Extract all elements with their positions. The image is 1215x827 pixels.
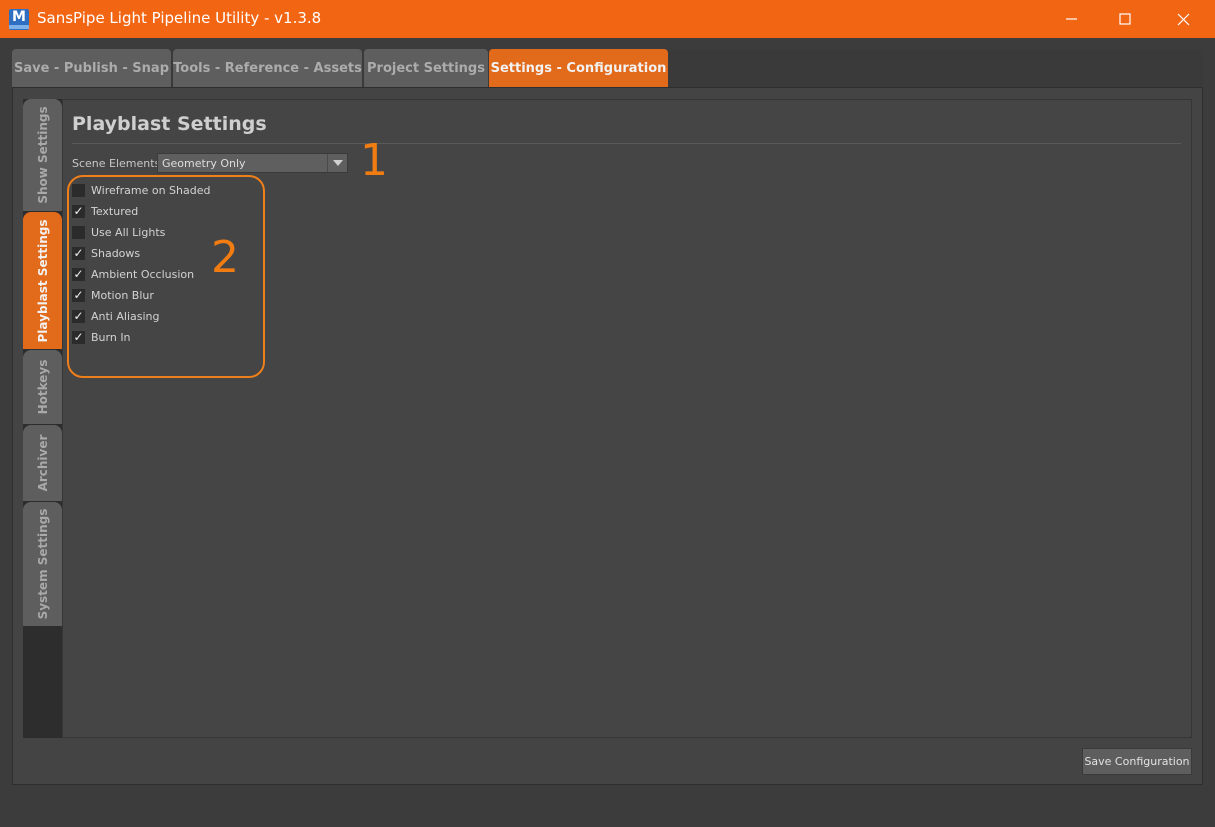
side-tab-system-settings[interactable]: System Settings (23, 502, 62, 626)
section-title: Playblast Settings (72, 113, 267, 135)
side-tab-label: Show Settings (35, 106, 50, 204)
tab-tools-reference-assets[interactable]: Tools - Reference - Assets (173, 49, 362, 87)
section-divider (72, 143, 1181, 144)
tab-project-settings[interactable]: Project Settings (364, 49, 488, 87)
maximize-icon (1119, 13, 1131, 25)
minimize-icon (1066, 18, 1077, 20)
scene-elements-value: Geometry Only (162, 157, 246, 170)
app-logo-letter: M (12, 9, 26, 25)
chevron-down-icon (327, 154, 347, 172)
tab-save-publish-snap[interactable]: Save - Publish - Snap (12, 49, 171, 87)
scene-elements-label: Scene Elements (72, 157, 161, 170)
side-tab-label: System Settings (35, 508, 50, 620)
side-tab-playblast-settings[interactable]: Playblast Settings (23, 212, 62, 349)
side-tab-show-settings[interactable]: Show Settings (23, 99, 62, 211)
minimize-button[interactable] (1048, 0, 1094, 38)
side-tab-label: Archiver (35, 434, 50, 492)
save-configuration-button[interactable]: Save Configuration (1082, 748, 1192, 775)
side-tab-label: Playblast Settings (35, 219, 50, 342)
title-bar: M SansPipe Light Pipeline Utility - v1.3… (0, 0, 1215, 38)
tab-settings-configuration[interactable]: Settings - Configuration (489, 49, 668, 87)
app-logo-icon: M (9, 9, 29, 30)
annotation-number-2: 2 (211, 232, 239, 283)
close-icon (1177, 13, 1190, 26)
annotation-number-1: 1 (360, 135, 388, 186)
close-button[interactable] (1160, 0, 1206, 38)
maximize-button[interactable] (1102, 0, 1148, 38)
side-tab-hotkeys[interactable]: Hotkeys (23, 350, 62, 424)
side-tab-archiver[interactable]: Archiver (23, 425, 62, 501)
side-tab-label: Hotkeys (35, 359, 50, 415)
window-title: SansPipe Light Pipeline Utility - v1.3.8 (37, 9, 322, 27)
scene-elements-dropdown[interactable]: Geometry Only (157, 153, 348, 173)
